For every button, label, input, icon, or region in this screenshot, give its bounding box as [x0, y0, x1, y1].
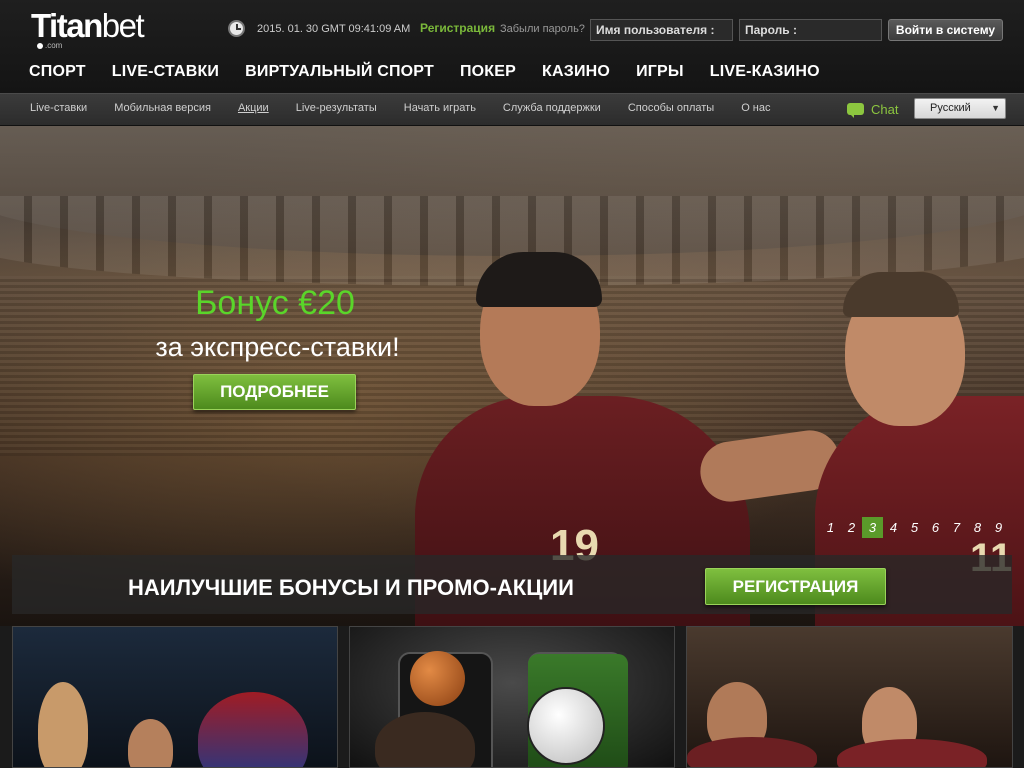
sub-nav-support[interactable]: Служба поддержки	[503, 102, 601, 114]
slider-pagination: 1 2 3 4 5 6 7 8 9	[820, 517, 1009, 538]
promo-tile-mobile[interactable]	[349, 626, 675, 768]
server-datetime: 2015. 01. 30 GMT 09:41:09 AM	[257, 23, 411, 35]
sub-nav-promotions[interactable]: Акции	[238, 102, 269, 114]
soccer-ball-image	[527, 687, 605, 765]
chat-bubble-icon[interactable]	[847, 103, 864, 118]
main-nav-virtual-sport[interactable]: ВИРТУАЛЬНЫЙ СПОРТ	[245, 63, 434, 81]
slide-6-button[interactable]: 6	[925, 517, 946, 538]
player-left-small-jersey	[687, 737, 817, 767]
promo-band-title: НАИЛУЧШИЕ БОНУСЫ И ПРОМО-АКЦИИ	[128, 575, 574, 600]
slide-5-button[interactable]: 5	[904, 517, 925, 538]
forgot-password-link[interactable]: Забыли пароль?	[500, 23, 585, 35]
main-nav-live-casino[interactable]: LIVE-КАЗИНО	[710, 63, 820, 81]
chat-link[interactable]: Chat	[871, 102, 898, 117]
sub-nav-live-betting[interactable]: Live-ставки	[30, 102, 87, 114]
password-input[interactable]	[739, 19, 882, 41]
main-nav-casino[interactable]: КАЗИНО	[542, 63, 610, 81]
main-nav: СПОРТ LIVE-СТАВКИ ВИРТУАЛЬНЫЙ СПОРТ ПОКЕ…	[29, 63, 846, 81]
slide-1-button[interactable]: 1	[820, 517, 841, 538]
slide-4-button[interactable]: 4	[883, 517, 904, 538]
main-nav-poker[interactable]: ПОКЕР	[460, 63, 516, 81]
main-nav-live-betting[interactable]: LIVE-СТАВКИ	[112, 63, 219, 81]
slide-3-button[interactable]: 3	[862, 517, 883, 538]
basketball-image	[410, 651, 465, 706]
top-header: Titanbet .com 2015. 01. 30 GMT 09:41:09 …	[0, 0, 1024, 93]
sub-nav-live-results[interactable]: Live-результаты	[296, 102, 377, 114]
main-nav-sport[interactable]: СПОРТ	[29, 63, 86, 81]
slide-8-button[interactable]: 8	[967, 517, 988, 538]
promo-tile-athletes[interactable]	[12, 626, 338, 768]
titanbet-logo[interactable]: Titanbet .com	[31, 7, 171, 50]
player-right-small-jersey	[837, 739, 987, 767]
register-button[interactable]: РЕГИСТРАЦИЯ	[705, 568, 886, 605]
sub-nav: Live-ставки Мобильная версия Акции Live-…	[0, 93, 1024, 126]
sub-nav-mobile[interactable]: Мобильная версия	[114, 102, 211, 114]
sub-nav-links: Live-ставки Мобильная версия Акции Live-…	[30, 102, 798, 114]
promo-title: Бонус €20	[195, 284, 355, 322]
sub-nav-about[interactable]: О нас	[741, 102, 770, 114]
player-right-hair	[843, 272, 959, 317]
sub-nav-payment-methods[interactable]: Способы оплаты	[628, 102, 714, 114]
register-link[interactable]: Регистрация	[420, 21, 495, 35]
promo-subtitle: за экспресс-ставки!	[155, 332, 400, 362]
football-player-figure	[128, 719, 173, 767]
chevron-down-icon: ▼	[991, 103, 1000, 113]
language-selected: Русский	[930, 102, 971, 114]
language-select[interactable]: Русский ▼	[914, 98, 1006, 119]
slide-9-button[interactable]: 9	[988, 517, 1009, 538]
main-nav-games[interactable]: ИГРЫ	[636, 63, 684, 81]
promo-tile-football[interactable]	[686, 626, 1013, 768]
slide-2-button[interactable]: 2	[841, 517, 862, 538]
sub-nav-start-playing[interactable]: Начать играть	[404, 102, 476, 114]
hero-banner: 19 11 Бонус €20 за экспресс-ставки! ПОДР…	[0, 126, 1024, 626]
logo-dot-icon	[37, 43, 43, 49]
logo-domain: .com	[45, 41, 63, 50]
details-button[interactable]: ПОДРОБНЕЕ	[193, 374, 356, 410]
logo-text: Titanbet	[31, 7, 145, 44]
username-input[interactable]	[590, 19, 733, 41]
tennis-player-figure	[38, 682, 88, 767]
slide-7-button[interactable]: 7	[946, 517, 967, 538]
login-button[interactable]: Войти в систему	[888, 19, 1003, 41]
clock-icon	[228, 20, 245, 37]
hockey-player-figure	[198, 692, 308, 767]
